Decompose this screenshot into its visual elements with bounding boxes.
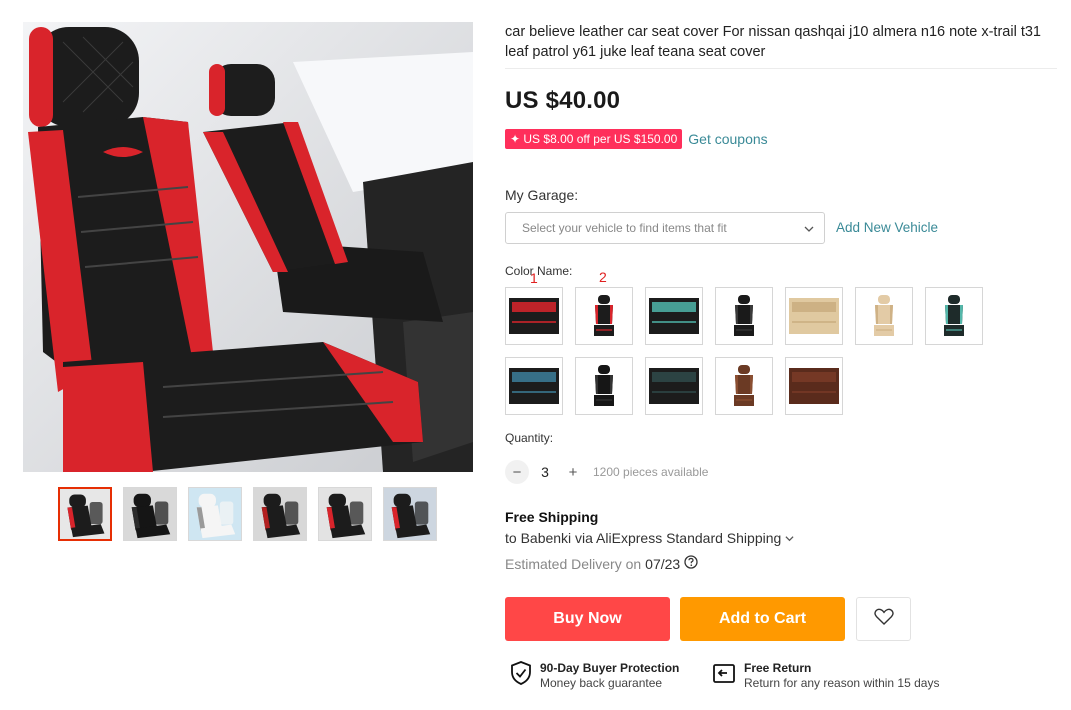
free-return: Free Return Return for any reason within… — [712, 661, 939, 691]
color-swatch-beige-single[interactable] — [855, 287, 913, 345]
protection-subtitle: Money back guarantee — [540, 676, 663, 690]
annotation-1: 1 — [530, 270, 538, 286]
buyer-protection: 90-Day Buyer Protection Money back guara… — [510, 661, 679, 691]
thumbnail-black-front-seats[interactable] — [253, 487, 307, 541]
chevron-down-icon — [804, 223, 814, 233]
color-swatch-black-single[interactable] — [715, 287, 773, 345]
quantity-available: 1200 pieces available — [593, 465, 709, 479]
thumbnail-red-seat-car[interactable] — [383, 487, 437, 541]
color-swatch-brown-set[interactable] — [785, 357, 843, 415]
shipping-title: Free Shipping — [505, 509, 599, 525]
color-swatch-brown-single[interactable] — [715, 357, 773, 415]
garage-label: My Garage: — [505, 187, 579, 203]
buy-now-button[interactable]: Buy Now — [505, 597, 670, 641]
quantity-value[interactable]: 3 — [529, 464, 561, 480]
estimated-delivery: Estimated Delivery on 07/23 — [505, 555, 698, 572]
add-new-vehicle-link[interactable]: Add New Vehicle — [836, 220, 938, 235]
color-swatches — [505, 287, 1005, 415]
color-swatch-black-red-single[interactable] — [575, 287, 633, 345]
quantity-plus-button[interactable]: + — [561, 460, 585, 484]
color-swatch-black-teal-set[interactable] — [645, 287, 703, 345]
help-circle-icon[interactable] — [684, 555, 698, 572]
color-swatch-black-red-set[interactable] — [505, 287, 563, 345]
vehicle-select-placeholder: Select your vehicle to find items that f… — [522, 221, 727, 235]
product-price: US $40.00 — [505, 87, 621, 114]
annotation-2: 2 — [599, 269, 607, 285]
wishlist-button[interactable] — [856, 597, 911, 641]
chevron-down-icon — [785, 530, 794, 546]
thumbnail-black-seat-interior[interactable] — [123, 487, 177, 541]
shield-check-icon — [510, 661, 532, 690]
shipping-destination-text: to Babenki via AliExpress Standard Shipp… — [505, 530, 782, 546]
divider — [505, 68, 1057, 69]
coupon-badge: ✦ US $8.00 off per US $150.00 — [505, 129, 683, 149]
heart-icon — [873, 608, 894, 631]
shipping-destination[interactable]: to Babenki via AliExpress Standard Shipp… — [505, 530, 794, 546]
add-to-cart-button[interactable]: Add to Cart — [680, 597, 845, 641]
coupon-row: ✦ US $8.00 off per US $150.00 Get coupon… — [505, 129, 768, 149]
color-swatch-black-blue-set[interactable] — [505, 357, 563, 415]
thumbnail-cover-pack[interactable] — [188, 487, 242, 541]
quantity-minus-button[interactable]: − — [505, 460, 529, 484]
color-swatch-black-set-2[interactable] — [645, 357, 703, 415]
color-swatch-black-teal-single[interactable] — [925, 287, 983, 345]
vehicle-select[interactable]: Select your vehicle to find items that f… — [505, 212, 825, 244]
thumbnail-strip — [58, 487, 437, 541]
color-swatch-beige-set[interactable] — [785, 287, 843, 345]
main-product-image[interactable] — [23, 22, 473, 472]
return-icon — [712, 661, 736, 690]
return-subtitle: Return for any reason within 15 days — [744, 676, 940, 690]
product-title: car believe leather car seat cover For n… — [505, 24, 1041, 60]
return-title: Free Return — [744, 661, 812, 675]
eta-date: 07/23 — [645, 555, 681, 572]
thumbnail-red-seat-closeup[interactable] — [318, 487, 372, 541]
eta-prefix: Estimated Delivery on — [505, 555, 642, 572]
quantity-label: Quantity: — [505, 431, 554, 445]
color-swatch-black-single-2[interactable] — [575, 357, 633, 415]
protection-title: 90-Day Buyer Protection — [540, 661, 680, 675]
quantity-stepper: − 3 + 1200 pieces available — [505, 460, 708, 484]
color-name-label: Color Name: — [505, 264, 573, 278]
thumbnail-red-black-seat[interactable] — [58, 487, 112, 541]
get-coupons-link[interactable]: Get coupons — [688, 131, 767, 147]
